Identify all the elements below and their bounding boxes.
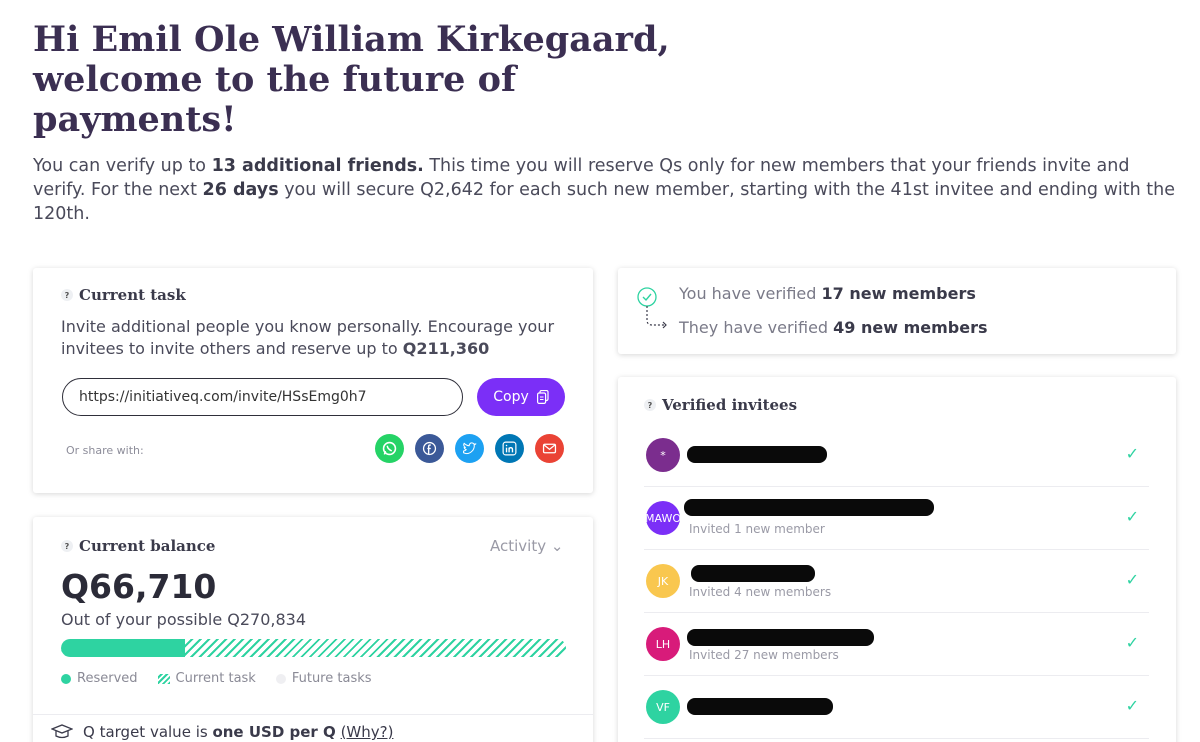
activity-dropdown[interactable]: Activity ⌄ (490, 537, 563, 555)
verified-flow-icon (637, 287, 667, 329)
check-icon: ✓ (1125, 570, 1139, 589)
intro-text: You can verify up to 13 additional frien… (33, 156, 1175, 224)
copy-button[interactable]: Copy (477, 378, 565, 416)
graduation-cap-icon (51, 724, 73, 739)
check-icon: ✓ (1125, 696, 1139, 715)
chevron-down-icon: ⌄ (550, 537, 564, 555)
avatar: MAWO (646, 501, 680, 535)
whatsapp-icon[interactable] (375, 434, 404, 463)
help-icon[interactable]: ? (61, 289, 73, 301)
share-label: Or share with: (66, 444, 144, 457)
page-title: Hi Emil Ole William Kirkegaard, welcome … (33, 19, 670, 140)
future-dot-icon (275, 673, 286, 684)
divider (33, 714, 593, 715)
hatch-icon (157, 673, 170, 684)
email-icon[interactable] (535, 434, 564, 463)
verified-invitees-card: ? Verified invitees * ✓ MAWO Invited 1 n… (618, 377, 1176, 742)
verified-invitees-title: ? Verified invitees (644, 396, 797, 414)
target-value-line: Q target value is one USD per Q (Why?) (51, 723, 393, 741)
redacted-name (687, 446, 827, 463)
reserved-dot-icon (61, 673, 71, 684)
redacted-name (687, 629, 874, 646)
invitee-row[interactable]: VF ✓ (644, 676, 1149, 739)
legend-reserved: Reserved (61, 671, 138, 686)
you-verified-line: You have verified 17 new members (679, 284, 976, 303)
why-link[interactable]: (Why?) (341, 723, 394, 741)
linkedin-icon[interactable] (495, 434, 524, 463)
copy-icon (536, 390, 549, 404)
current-task-description: Invite additional people you know person… (61, 317, 555, 358)
facebook-icon[interactable] (415, 434, 444, 463)
invitee-subtext: Invited 4 new members (689, 585, 832, 599)
balance-progress-bar (61, 639, 566, 657)
possible-balance: Out of your possible Q270,834 (61, 610, 307, 629)
redacted-name (684, 499, 934, 516)
check-icon: ✓ (1125, 444, 1139, 463)
reserved-progress-fill (61, 639, 186, 657)
help-icon[interactable]: ? (61, 540, 73, 552)
avatar: * (646, 438, 680, 472)
check-icon: ✓ (1125, 633, 1139, 652)
legend-current-task: Current task (157, 671, 256, 686)
current-task-card: ? Current task Invite additional people … (33, 268, 593, 493)
invitee-row[interactable]: LH Invited 27 new members ✓ (644, 613, 1149, 676)
redacted-name (687, 698, 833, 715)
avatar: LH (646, 627, 680, 661)
twitter-icon[interactable] (455, 434, 484, 463)
check-icon: ✓ (1125, 507, 1139, 526)
current-task-title: ? Current task (61, 286, 186, 304)
avatar: VF (646, 690, 680, 724)
current-balance-title: ? Current balance (61, 537, 215, 555)
avatar: JK (646, 564, 680, 598)
help-icon[interactable]: ? (644, 399, 656, 411)
redacted-name (691, 565, 815, 582)
progress-legend: Reserved Current task Future tasks (61, 671, 372, 686)
verified-summary-card: You have verified 17 new members They ha… (618, 268, 1176, 354)
balance-amount: Q66,710 (61, 567, 217, 606)
legend-future-tasks: Future tasks (275, 671, 372, 686)
invitee-subtext: Invited 27 new members (689, 648, 839, 662)
invite-url-field[interactable]: https://initiativeq.com/invite/HSsEmg0h7 (62, 378, 463, 416)
current-balance-card: ? Current balance Activity ⌄ Q66,710 Out… (33, 517, 593, 742)
share-buttons (375, 434, 564, 463)
they-verified-line: They have verified 49 new members (679, 318, 988, 337)
invitee-row[interactable]: JK Invited 4 new members ✓ (644, 550, 1149, 613)
invitee-row[interactable]: * ✓ (644, 424, 1149, 487)
invitee-row[interactable]: MAWO Invited 1 new member ✓ (644, 487, 1149, 550)
invitee-subtext: Invited 1 new member (689, 522, 825, 536)
